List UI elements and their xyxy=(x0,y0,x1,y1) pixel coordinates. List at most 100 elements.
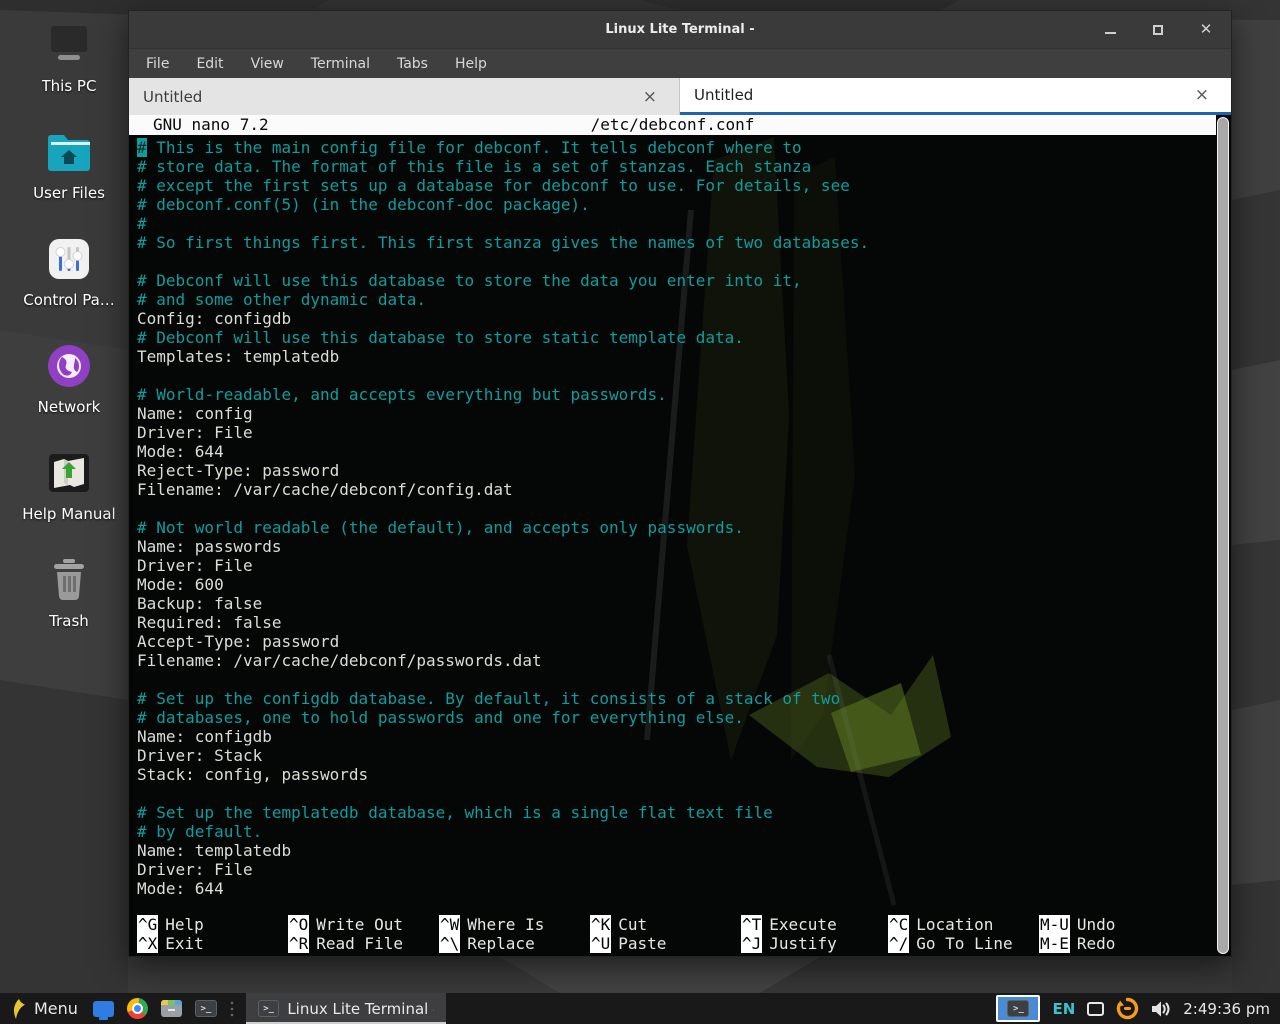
scrollbar-thumb[interactable] xyxy=(1218,118,1228,953)
tab-close-icon[interactable]: × xyxy=(1187,85,1217,105)
close-button[interactable]: ✕ xyxy=(1195,19,1217,41)
desktop-icon-label: Control Pa… xyxy=(23,291,115,309)
monitor-icon xyxy=(93,1001,114,1017)
clock[interactable]: 2:49:36 pm xyxy=(1183,1000,1270,1018)
editor-line: # xyxy=(137,214,1211,233)
editor-line xyxy=(137,252,1211,271)
editor-line: Mode: 644 xyxy=(137,879,1211,898)
shortcut-label: Read File xyxy=(316,934,403,953)
terminal-screen[interactable]: GNU nano 7.2 /etc/debconf.conf # This is… xyxy=(129,115,1231,956)
desktop-icon-control-panel[interactable]: Control Pa… xyxy=(10,236,128,309)
terminal-icon: >_ xyxy=(195,1000,217,1017)
window-titlebar[interactable]: Linux Lite Terminal - ✕ xyxy=(129,11,1231,48)
menu-item-help[interactable]: Help xyxy=(455,56,487,72)
editor-line: # World-readable, and accepts everything… xyxy=(137,385,1211,404)
editor-line: Templates: templatedb xyxy=(137,347,1211,366)
minimize-icon xyxy=(1105,32,1116,34)
shortcut-key: ^T xyxy=(741,915,762,934)
maximize-icon xyxy=(1153,25,1163,35)
terminal-launcher[interactable]: >_ xyxy=(194,997,218,1021)
shortcut-label: Paste xyxy=(618,934,666,953)
minimize-button[interactable] xyxy=(1099,19,1121,41)
update-notifier-icon[interactable] xyxy=(1116,997,1139,1020)
menu-item-file[interactable]: File xyxy=(146,56,169,72)
desktop: This PC User Files Control Pa… Network H… xyxy=(0,0,1280,1024)
shortcut-key: ^G xyxy=(137,915,158,934)
window-controls: ✕ xyxy=(1099,11,1217,48)
tab-close-icon[interactable]: × xyxy=(635,87,665,107)
desktop-icon-label: User Files xyxy=(33,184,105,202)
nano-shortcut-bar: ^GHelp^OWrite Out^WWhere Is^KCut^TExecut… xyxy=(137,915,1211,953)
menu-item-terminal[interactable]: Terminal xyxy=(311,56,370,72)
editor-line: Driver: File xyxy=(137,423,1211,442)
editor-line: Name: configdb xyxy=(137,727,1211,746)
menu-item-view[interactable]: View xyxy=(251,56,284,72)
nano-shortcut: ^OWrite Out xyxy=(288,915,439,934)
editor-line xyxy=(137,670,1211,689)
editor-line: Filename: /var/cache/debconf/config.dat xyxy=(137,480,1211,499)
start-menu-button[interactable]: Menu xyxy=(6,993,82,1024)
editor-line xyxy=(137,784,1211,803)
file-cabinet-icon xyxy=(161,1000,182,1017)
maximize-button[interactable] xyxy=(1147,19,1169,41)
shortcut-label: Redo xyxy=(1077,934,1116,953)
shortcut-key: ^U xyxy=(590,934,611,953)
keyboard-layout-indicator[interactable]: EN xyxy=(1052,1000,1075,1018)
desktop-icon-trash[interactable]: Trash xyxy=(10,557,128,630)
editor-line: Backup: false xyxy=(137,594,1211,613)
desktop-icon-user-files[interactable]: User Files xyxy=(10,129,128,202)
shortcut-label: Cut xyxy=(618,915,647,934)
tray-terminal-indicator[interactable]: >_ xyxy=(996,995,1040,1022)
nano-shortcut: ^JJustify xyxy=(741,934,888,953)
editor-line: # Not world readable (the default), and … xyxy=(137,518,1211,537)
sliders-icon xyxy=(44,236,94,282)
shortcut-label: Undo xyxy=(1077,915,1116,934)
taskbar-separator[interactable] xyxy=(230,1000,234,1018)
shortcut-key: ^J xyxy=(741,934,762,953)
editor-line: # by default. xyxy=(137,822,1211,841)
tab-untitled-1[interactable]: Untitled × xyxy=(129,78,680,115)
show-desktop-button[interactable] xyxy=(92,997,116,1021)
editor-line: Driver: File xyxy=(137,860,1211,879)
terminal-icon: >_ xyxy=(258,1000,279,1017)
editor-line: Name: config xyxy=(137,404,1211,423)
editor-line: Accept-Type: password xyxy=(137,632,1211,651)
desktop-icon-label: Help Manual xyxy=(22,505,115,523)
shortcut-key: ^W xyxy=(439,915,460,934)
menu-bar: File Edit View Terminal Tabs Help xyxy=(129,48,1231,78)
trash-icon xyxy=(44,557,94,603)
editor-line: # store data. The format of this file is… xyxy=(137,157,1211,176)
shortcut-key: M-E xyxy=(1039,934,1070,953)
desktop-icon-help-manual[interactable]: Help Manual xyxy=(10,450,128,523)
taskbar-window-button[interactable]: >_ Linux Lite Terminal - xyxy=(246,993,446,1024)
chrome-launcher[interactable] xyxy=(126,997,150,1021)
shortcut-key: ^/ xyxy=(888,934,909,953)
nano-shortcut: ^/Go To Line xyxy=(888,934,1039,953)
volume-icon[interactable] xyxy=(1151,1000,1171,1018)
desktop-icon-network[interactable]: Network xyxy=(10,343,128,416)
scrollbar[interactable] xyxy=(1217,117,1229,954)
file-manager-launcher[interactable] xyxy=(160,997,184,1021)
editor-line: # and some other dynamic data. xyxy=(137,290,1211,309)
editor-line: Config: configdb xyxy=(137,309,1211,328)
nano-shortcut: ^\Replace xyxy=(439,934,590,953)
editor-content[interactable]: # This is the main config file for debco… xyxy=(137,138,1211,898)
desktop-icon-this-pc[interactable]: This PC xyxy=(10,22,128,95)
terminal-icon: >_ xyxy=(1007,1000,1029,1017)
menu-item-edit[interactable]: Edit xyxy=(196,56,223,72)
clipboard-tray-icon[interactable] xyxy=(1087,1002,1104,1016)
system-tray: >_ EN 2:49:36 pm xyxy=(996,993,1274,1024)
nano-shortcut: ^TExecute xyxy=(741,915,888,934)
tab-untitled-2[interactable]: Untitled × xyxy=(680,78,1231,115)
editor-line: # Debconf will use this database to stor… xyxy=(137,271,1211,290)
nano-filename: /etc/debconf.conf xyxy=(591,115,755,134)
shortcut-key: ^\ xyxy=(439,934,460,953)
editor-line: Reject-Type: password xyxy=(137,461,1211,480)
terminal-window: Linux Lite Terminal - ✕ File Edit View Term… xyxy=(128,10,1232,957)
nano-shortcut: ^RRead File xyxy=(288,934,439,953)
menu-item-tabs[interactable]: Tabs xyxy=(397,56,428,72)
globe-icon xyxy=(44,343,94,389)
editor-line: Name: passwords xyxy=(137,537,1211,556)
editor-line: # Debconf will use this database to stor… xyxy=(137,328,1211,347)
editor-line: # So first things first. This first stan… xyxy=(137,233,1211,252)
